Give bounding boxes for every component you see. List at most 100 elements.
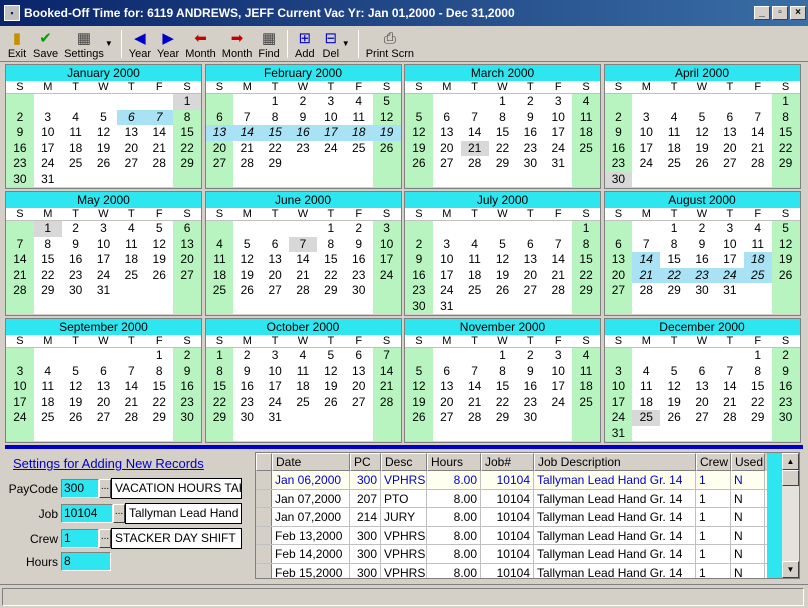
- day-cell[interactable]: 5: [372, 94, 401, 110]
- day-cell[interactable]: 15: [572, 252, 600, 268]
- day-cell[interactable]: 24: [316, 140, 345, 156]
- day-cell[interactable]: 7: [460, 363, 489, 379]
- day-cell[interactable]: 13: [261, 252, 290, 268]
- day-cell[interactable]: 1: [743, 348, 772, 364]
- day-cell[interactable]: 13: [432, 125, 461, 141]
- day-cell[interactable]: 10: [632, 125, 661, 141]
- day-cell[interactable]: 29: [205, 410, 234, 426]
- dropdown-arrow-icon[interactable]: ▼: [105, 39, 113, 48]
- day-cell[interactable]: 14: [6, 252, 34, 268]
- prev-year-button[interactable]: ◀ Year: [126, 27, 154, 61]
- day-cell[interactable]: 4: [743, 221, 772, 237]
- day-cell[interactable]: 30: [516, 156, 545, 172]
- day-cell[interactable]: 6: [205, 109, 234, 125]
- day-cell[interactable]: 27: [432, 410, 461, 426]
- day-cell[interactable]: 17: [316, 125, 345, 141]
- day-cell[interactable]: 28: [544, 283, 573, 299]
- column-header[interactable]: Hours: [427, 453, 481, 471]
- day-cell[interactable]: 15: [316, 252, 345, 268]
- crew-input[interactable]: 1: [61, 529, 99, 548]
- day-cell[interactable]: 4: [660, 109, 689, 125]
- day-cell[interactable]: 2: [516, 348, 545, 364]
- day-cell[interactable]: 12: [405, 379, 433, 395]
- day-cell[interactable]: 27: [432, 156, 461, 172]
- table-row[interactable]: Jan 06,2000 300 VPHRS 8.00 10104 Tallyman Lea…: [256, 471, 799, 490]
- day-cell[interactable]: 25: [572, 394, 600, 410]
- row-selector[interactable]: [256, 563, 272, 578]
- day-cell[interactable]: 8: [33, 236, 62, 252]
- day-cell[interactable]: 6: [344, 348, 373, 364]
- day-cell[interactable]: 16: [405, 267, 433, 283]
- day-cell[interactable]: 19: [61, 394, 90, 410]
- day-cell[interactable]: 26: [316, 394, 345, 410]
- day-cell[interactable]: 20: [516, 267, 545, 283]
- day-cell[interactable]: 18: [117, 252, 146, 268]
- day-cell[interactable]: 9: [61, 236, 90, 252]
- day-cell[interactable]: 13: [715, 125, 744, 141]
- day-cell[interactable]: 8: [316, 236, 345, 252]
- day-cell[interactable]: 23: [344, 267, 373, 283]
- day-cell[interactable]: 17: [6, 394, 34, 410]
- table-scrollbar[interactable]: ▲ ▼: [782, 453, 799, 578]
- day-cell[interactable]: 3: [432, 236, 461, 252]
- day-cell[interactable]: 26: [660, 410, 689, 426]
- paycode-lookup-button[interactable]: ...: [99, 479, 111, 498]
- day-cell[interactable]: 27: [205, 156, 234, 172]
- day-cell[interactable]: 21: [460, 140, 489, 156]
- day-cell[interactable]: 24: [89, 267, 118, 283]
- day-cell[interactable]: 27: [344, 394, 373, 410]
- exit-button[interactable]: ▮ Exit: [4, 27, 30, 61]
- day-cell[interactable]: 11: [572, 109, 600, 125]
- day-cell[interactable]: 17: [604, 394, 633, 410]
- day-cell[interactable]: 28: [632, 283, 661, 299]
- day-cell[interactable]: 15: [173, 125, 201, 141]
- day-cell[interactable]: 6: [604, 236, 633, 252]
- prev-month-button[interactable]: ⬅ Month: [182, 27, 219, 61]
- day-cell[interactable]: 6: [117, 109, 146, 125]
- day-cell[interactable]: 7: [372, 348, 401, 364]
- day-cell[interactable]: 24: [715, 267, 744, 283]
- day-cell[interactable]: 9: [173, 363, 201, 379]
- day-cell[interactable]: 13: [344, 363, 373, 379]
- day-cell[interactable]: 14: [372, 363, 401, 379]
- day-cell[interactable]: 21: [715, 394, 744, 410]
- day-cell[interactable]: 3: [715, 221, 744, 237]
- day-cell[interactable]: 26: [89, 156, 118, 172]
- day-cell[interactable]: 28: [460, 410, 489, 426]
- day-cell[interactable]: 5: [660, 363, 689, 379]
- day-cell[interactable]: 11: [460, 252, 489, 268]
- day-cell[interactable]: 10: [6, 379, 34, 395]
- day-cell[interactable]: 21: [233, 140, 262, 156]
- scroll-down-button[interactable]: ▼: [782, 561, 799, 578]
- day-cell[interactable]: 19: [488, 267, 517, 283]
- day-cell[interactable]: 1: [771, 94, 800, 110]
- day-cell[interactable]: 19: [372, 125, 401, 141]
- column-header[interactable]: Job#: [481, 453, 534, 471]
- day-cell[interactable]: 31: [33, 171, 62, 187]
- day-cell[interactable]: 5: [488, 236, 517, 252]
- day-cell[interactable]: 22: [316, 267, 345, 283]
- day-cell[interactable]: 23: [771, 394, 800, 410]
- day-cell[interactable]: 9: [344, 236, 373, 252]
- day-cell[interactable]: 3: [89, 221, 118, 237]
- day-cell[interactable]: 28: [743, 156, 772, 172]
- day-cell[interactable]: 3: [372, 221, 401, 237]
- day-cell[interactable]: 24: [544, 140, 573, 156]
- day-cell[interactable]: 19: [145, 252, 174, 268]
- day-cell[interactable]: 9: [604, 125, 633, 141]
- day-cell[interactable]: 9: [6, 125, 34, 141]
- day-cell[interactable]: 22: [33, 267, 62, 283]
- day-cell[interactable]: 20: [89, 394, 118, 410]
- day-cell[interactable]: 22: [771, 140, 800, 156]
- day-cell[interactable]: 5: [145, 221, 174, 237]
- day-cell[interactable]: 13: [205, 125, 234, 141]
- day-cell[interactable]: 13: [89, 379, 118, 395]
- day-cell[interactable]: 2: [405, 236, 433, 252]
- day-cell[interactable]: 14: [289, 252, 317, 268]
- day-cell[interactable]: 10: [316, 109, 345, 125]
- day-cell[interactable]: 30: [61, 283, 90, 299]
- day-cell[interactable]: 7: [233, 109, 262, 125]
- day-cell[interactable]: 9: [688, 236, 716, 252]
- day-cell[interactable]: 31: [604, 425, 633, 441]
- day-cell[interactable]: 12: [233, 252, 262, 268]
